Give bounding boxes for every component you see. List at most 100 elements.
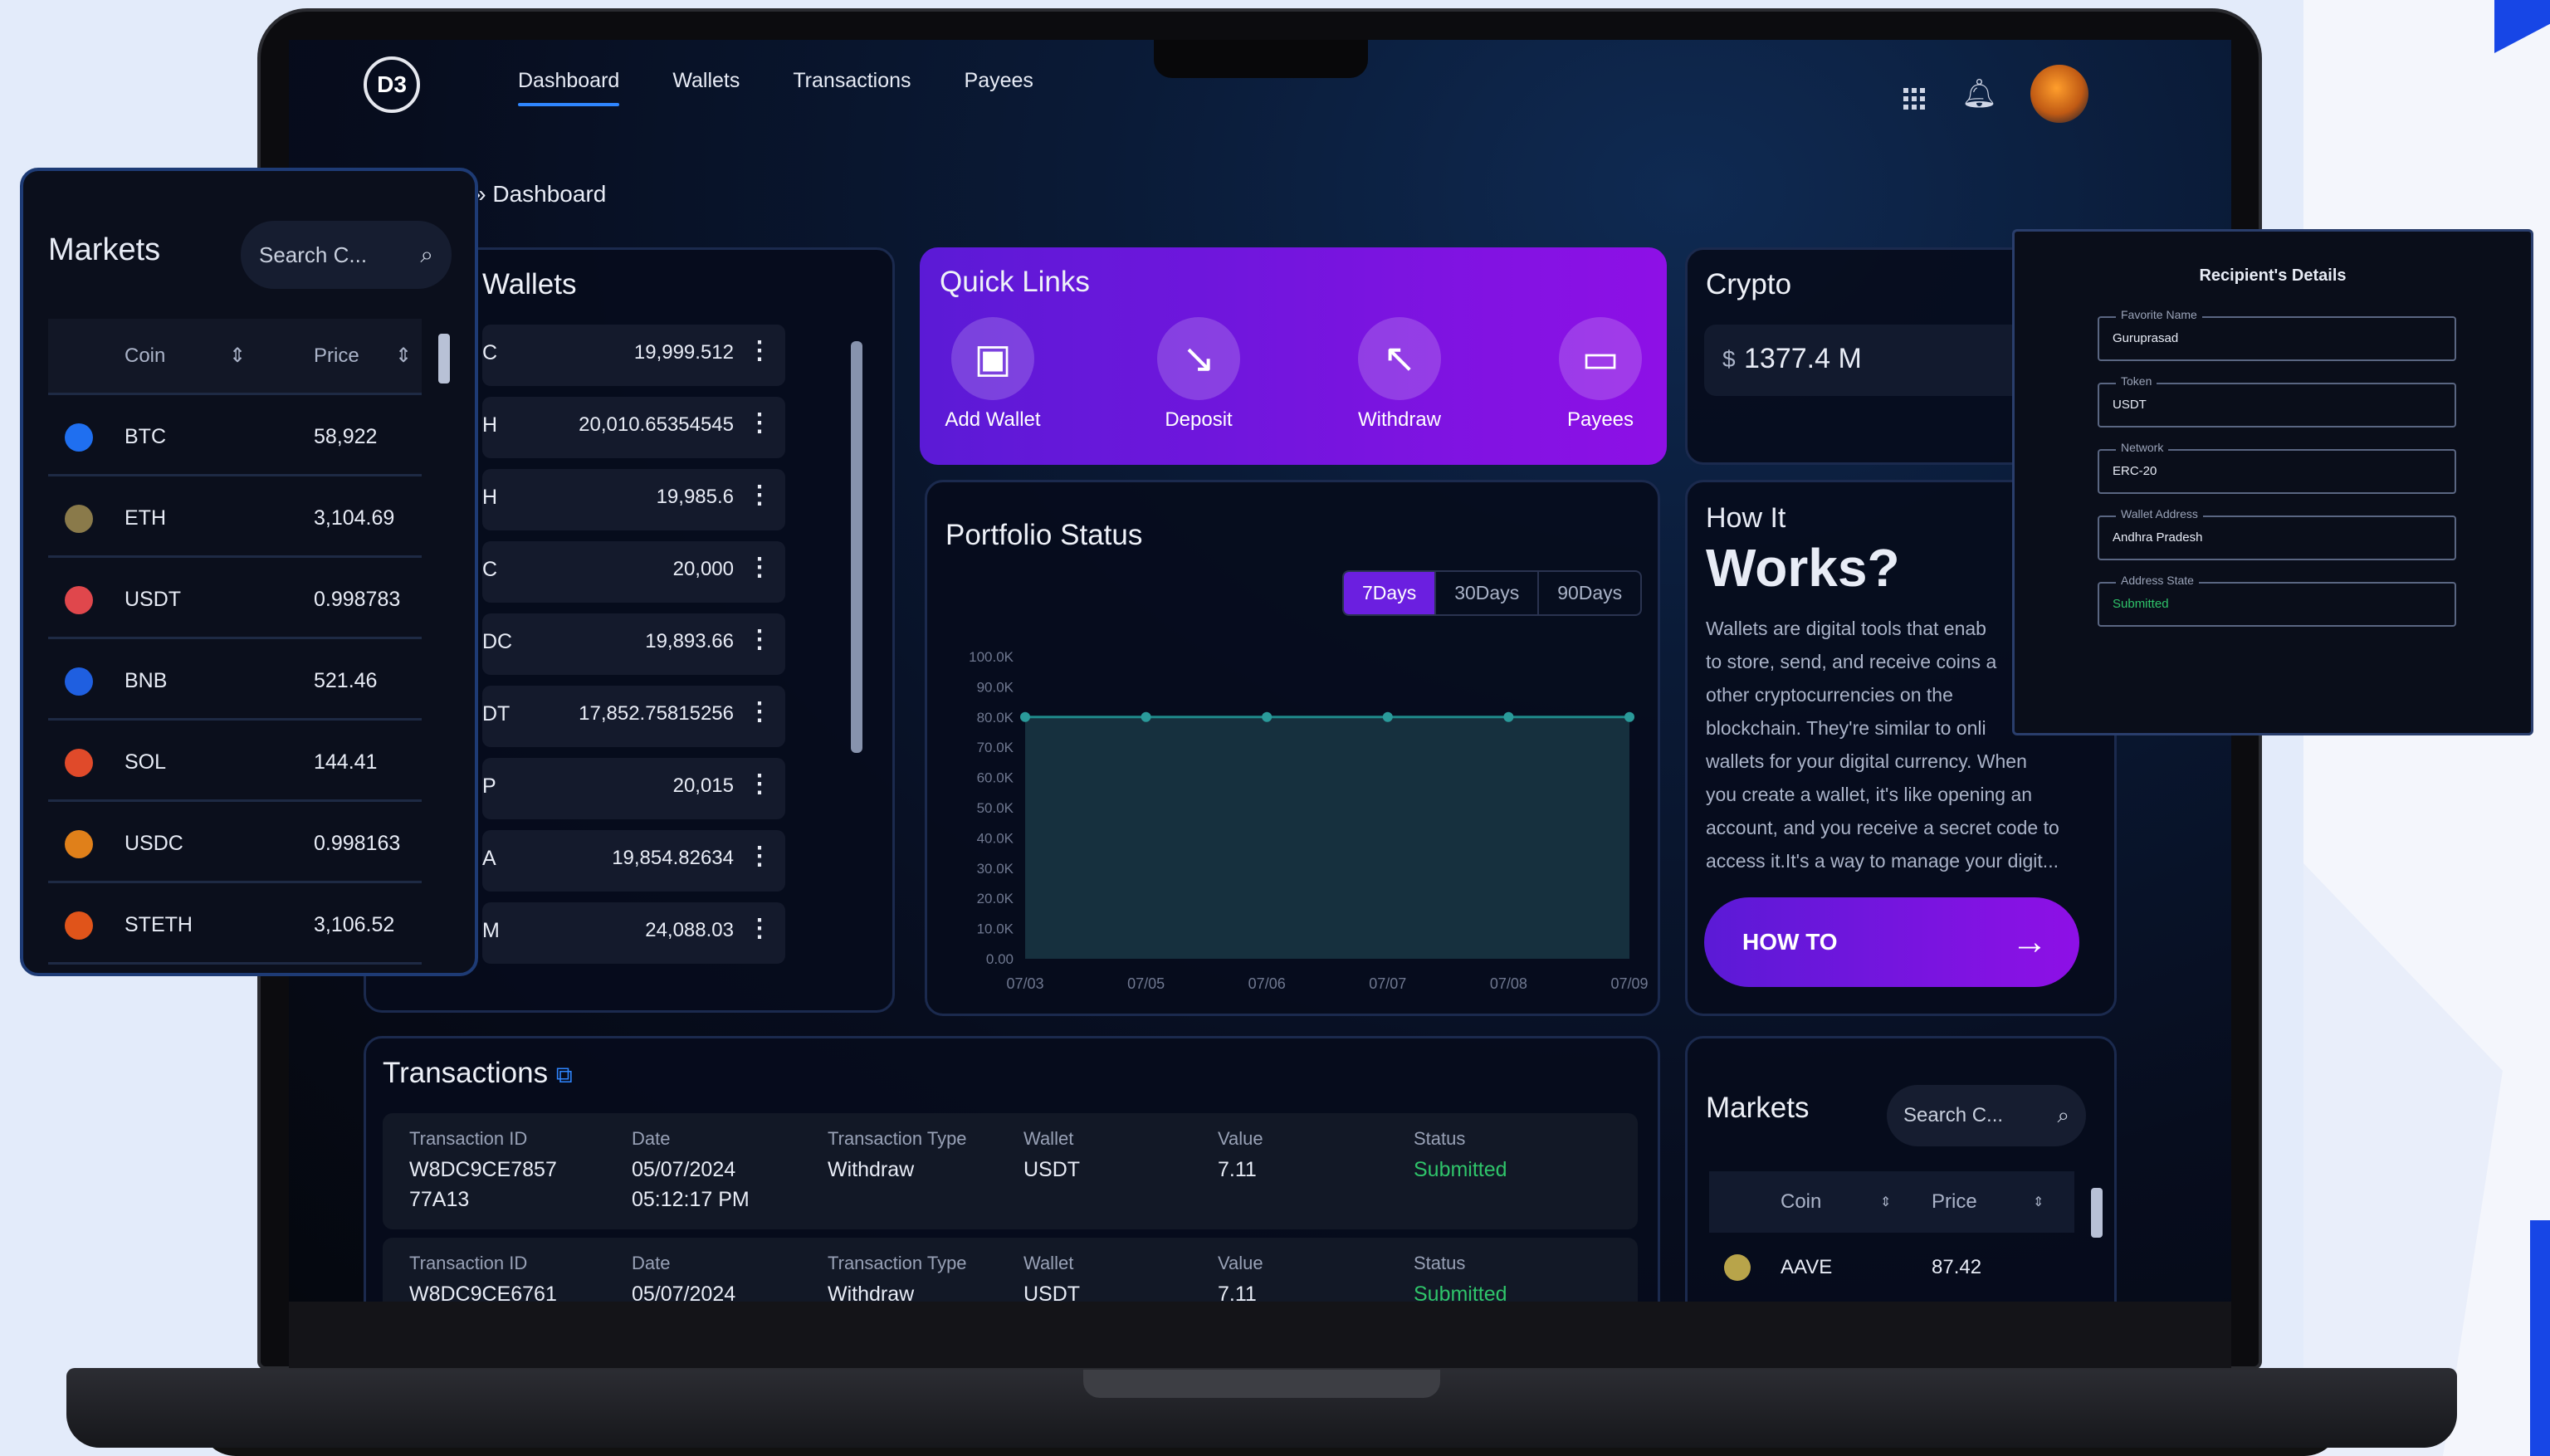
coin-symbol: BTC: [125, 425, 166, 448]
sort-icon[interactable]: ⇕: [2033, 1194, 2044, 1210]
list-item[interactable]: SOL 144.41: [48, 722, 422, 802]
data-point[interactable]: [1503, 711, 1514, 722]
x-tick-label: 07/05: [1127, 975, 1165, 992]
nav-dashboard[interactable]: Dashboard: [518, 69, 620, 106]
list-item[interactable]: BNB 521.46: [48, 641, 422, 721]
list-item[interactable]: BTC 58,922: [48, 397, 422, 476]
bell-icon[interactable]: 🔔︎: [1961, 80, 1997, 108]
breadcrumb: » Dashboard: [473, 181, 606, 208]
tx-header: Wallet: [1023, 1128, 1074, 1149]
list-item[interactable]: USDT 0.998783: [48, 559, 422, 639]
quick-link-payees[interactable]: ▭ Payees: [1534, 317, 1667, 432]
more-icon[interactable]: ⋮: [747, 914, 772, 943]
coin-header[interactable]: Coin: [125, 344, 165, 368]
field-value: ERC-20: [2113, 464, 2157, 478]
data-point[interactable]: [1382, 711, 1393, 722]
list-item[interactable]: ETH 3,104.69: [48, 478, 422, 558]
quick-link-withdraw[interactable]: ↖ Withdraw: [1333, 317, 1466, 432]
more-icon[interactable]: ⋮: [747, 336, 772, 365]
table-row[interactable]: Transaction ID W8DC9CE7857 77A13 Date 05/07…: [383, 1113, 1638, 1229]
list-item[interactable]: USDC 0.998163: [48, 804, 422, 883]
avatar[interactable]: [2030, 65, 2089, 123]
search-input[interactable]: Search C... ⌕: [1887, 1085, 2086, 1146]
nav-payees[interactable]: Payees: [965, 69, 1033, 93]
more-icon[interactable]: ⋮: [747, 842, 772, 871]
wallet-row[interactable]: C 19,999.512 ⋮: [482, 325, 785, 386]
aave-icon: [1724, 1254, 1751, 1281]
price-header[interactable]: Price: [314, 344, 359, 368]
markets-scrollbar[interactable]: [2091, 1188, 2103, 1238]
breadcrumb-current[interactable]: Dashboard: [492, 181, 606, 207]
coin-price: 0.998783: [314, 588, 401, 611]
field-label: Network: [2116, 441, 2169, 454]
price-header[interactable]: Price: [1932, 1190, 1977, 1214]
status-badge: Submitted: [1414, 1283, 1507, 1302]
search-input[interactable]: Search C... ⌕: [241, 221, 452, 289]
field-label: Token: [2116, 374, 2157, 388]
data-point[interactable]: [1020, 711, 1030, 722]
table-row[interactable]: Transaction ID W8DC9CE6761 Date 05/07/2024…: [383, 1238, 1638, 1302]
wallet-name: C: [482, 558, 498, 581]
y-tick-label: 0.00: [986, 951, 1014, 967]
more-icon[interactable]: ⋮: [747, 625, 772, 654]
wallet-row[interactable]: A 19,854.82634 ⋮: [482, 830, 785, 892]
quick-link-add-wallet[interactable]: ▣ Add Wallet: [926, 317, 1059, 432]
data-point[interactable]: [1624, 711, 1634, 722]
coin-price: 521.46: [314, 669, 378, 692]
recipient-field[interactable]: Address State Submitted: [2098, 574, 2456, 627]
recipient-field[interactable]: Wallet Address Andhra Pradesh: [2098, 507, 2456, 560]
recipient-field[interactable]: Token USDT: [2098, 374, 2456, 428]
app-logo[interactable]: D3: [364, 56, 420, 113]
sort-icon[interactable]: ⇕: [1880, 1194, 1891, 1210]
wallet-row[interactable]: C 20,000 ⋮: [482, 541, 785, 603]
range-30days[interactable]: 30Days: [1434, 572, 1537, 614]
wallet-row[interactable]: M 24,088.03 ⋮: [482, 902, 785, 964]
more-icon[interactable]: ⋮: [747, 697, 772, 726]
wallet-name: H: [482, 413, 498, 437]
nav-transactions[interactable]: Transactions: [793, 69, 911, 93]
more-icon[interactable]: ⋮: [747, 481, 772, 510]
list-item[interactable]: AAVE 87.42: [1709, 1234, 2074, 1301]
recipient-field[interactable]: Network ERC-20: [2098, 441, 2456, 494]
coin-header[interactable]: Coin: [1781, 1190, 1821, 1214]
more-icon[interactable]: ⋮: [747, 553, 772, 582]
coin-symbol: SOL: [125, 750, 167, 774]
data-point[interactable]: [1262, 711, 1273, 722]
search-icon[interactable]: ⌕: [420, 242, 433, 269]
tx-date: 05/07/2024: [632, 1283, 736, 1302]
quick-link-deposit[interactable]: ↘ Deposit: [1132, 317, 1265, 432]
tx-header: Transaction Type: [828, 1128, 967, 1149]
list-item[interactable]: STETH 3,106.52: [48, 885, 422, 965]
wallet-balance: 20,015: [672, 774, 734, 797]
coin-symbol: BNB: [125, 669, 168, 692]
more-icon[interactable]: ⋮: [747, 770, 772, 799]
tx-date-col: Date 05/07/2024 05:12:17 PM: [632, 1128, 750, 1214]
recipient-field[interactable]: Favorite Name Guruprasad: [2098, 308, 2456, 361]
wallet-row[interactable]: DC 19,893.66 ⋮: [482, 613, 785, 675]
wallet-balance: 20,000: [672, 558, 734, 580]
wallet-row[interactable]: H 19,985.6 ⋮: [482, 469, 785, 530]
wallet-row[interactable]: DT 17,852.75815256 ⋮: [482, 686, 785, 747]
external-link-icon[interactable]: ⧉: [556, 1062, 573, 1087]
wallet-name: DT: [482, 702, 510, 726]
wallets-scrollbar[interactable]: [851, 341, 862, 753]
range-90days[interactable]: 90Days: [1537, 572, 1640, 614]
x-tick-label: 07/03: [1006, 975, 1043, 992]
nav-wallets[interactable]: Wallets: [672, 69, 740, 93]
tx-header: Value: [1218, 1253, 1263, 1273]
sort-icon[interactable]: ⇕: [229, 344, 246, 368]
range-7days[interactable]: 7Days: [1344, 572, 1435, 614]
more-icon[interactable]: ⋮: [747, 408, 772, 437]
apps-grid-icon[interactable]: [1903, 81, 1928, 110]
wallet-row[interactable]: H 20,010.65354545 ⋮: [482, 397, 785, 458]
wallet-row[interactable]: P 20,015 ⋮: [482, 758, 785, 819]
data-point[interactable]: [1141, 711, 1151, 722]
how-to-button[interactable]: HOW TO →: [1704, 897, 2079, 987]
y-tick-label: 70.0K: [977, 740, 1014, 755]
search-icon[interactable]: ⌕: [2057, 1102, 2069, 1129]
markets-scrollbar[interactable]: [438, 334, 450, 384]
sort-icon[interactable]: ⇕: [395, 344, 412, 368]
body-line: access it.It's a way to manage your digi…: [1706, 850, 2059, 872]
tx-wallet: USDT: [1023, 1283, 1081, 1302]
laptop-hinge: [1083, 1368, 1440, 1398]
